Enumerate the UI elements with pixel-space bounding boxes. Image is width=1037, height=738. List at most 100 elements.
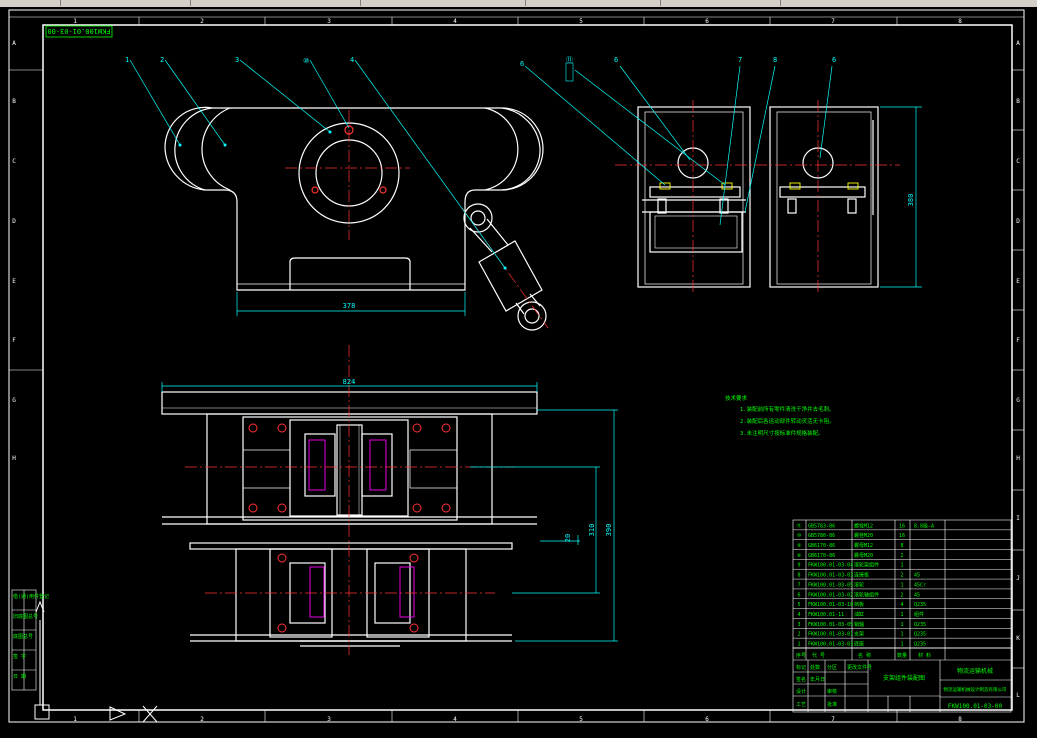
- bom-cell-mat: Q235: [914, 632, 926, 638]
- bom-cell-no: 3: [797, 622, 800, 628]
- bom-cell-name: 销轴: [854, 621, 864, 628]
- strip-label: 签 字: [13, 653, 26, 660]
- front-view: [164, 106, 544, 291]
- bom-cell-mat: Q235: [914, 622, 926, 628]
- col-number: 4: [453, 18, 457, 25]
- bom-cell-code: FKW100.01-03-01: [808, 632, 853, 638]
- bom-cell-qty: 2: [900, 592, 903, 598]
- side-view: [637, 106, 879, 288]
- bom-rows: ⑪ GB5783-86 螺栓M12 16 8.8级-A⑩ GB5780-86 螺栓M20 16…: [793, 522, 1011, 649]
- bom-cell-qty: 1: [900, 622, 903, 628]
- row-letter: A: [12, 40, 16, 47]
- bom-cell-no: 8: [797, 573, 800, 579]
- cad-drawing: 1 2 3 4 5 6 7 8 1 2 3 4 5 6 7 8 A B C D …: [8, 9, 1025, 723]
- balloon: 4: [350, 56, 354, 64]
- bom-cell-no: 5: [797, 602, 800, 608]
- side-height-dimension: [880, 106, 922, 288]
- dimension-plan-small: 20: [564, 534, 572, 542]
- bom-cell-no: ⑩: [797, 533, 802, 539]
- bom-table: [792, 519, 1012, 660]
- bom-cell-name: 支架: [854, 631, 864, 638]
- bom-header-qty: 数量: [897, 652, 907, 659]
- row-letter: C: [1016, 158, 1020, 165]
- side-leaders: [524, 65, 833, 226]
- bom-cell-code: GB5783-86: [808, 523, 835, 529]
- bom-header-code: 代 号: [812, 652, 825, 659]
- dimension-plan-width: 824: [343, 378, 356, 386]
- col-number: 6: [705, 18, 709, 25]
- row-letter: J: [1016, 575, 1020, 582]
- row-letter: I: [1016, 515, 1020, 522]
- bom-cell-qty: 1: [900, 612, 903, 618]
- bom-cell-no: ⑨: [797, 543, 802, 549]
- bom-header-mat: 材 料: [918, 652, 931, 659]
- col-number: 2: [200, 18, 204, 25]
- bom-cell-qty: 1: [900, 632, 903, 638]
- dimension-plan-height: 390: [605, 524, 613, 537]
- plan-dimensions: [161, 382, 618, 642]
- title-small-label: 年月日: [810, 676, 825, 683]
- sheet-border: [8, 9, 1025, 723]
- front-balloons: 1 2 3 ⑩ 4: [125, 56, 354, 65]
- bom-cell-code: FKW100.01-03-05: [808, 582, 853, 588]
- bom-cell-name: 滚轮: [854, 581, 864, 588]
- bom-cell-qty: 2: [900, 553, 903, 559]
- notes-heading: 技术要求: [725, 394, 748, 402]
- bom-cell-code: FKW100.01-03-05: [808, 622, 853, 628]
- strip-label: 借(通)用件登记: [13, 593, 49, 600]
- row-letter: K: [1016, 635, 1020, 642]
- strip-label: 旧底图总号: [13, 613, 38, 620]
- note-line: 3.未注明尺寸按标准件规格装配。: [740, 429, 824, 437]
- bom-cell-qty: 4: [900, 602, 903, 608]
- bom-cell-name: 连接板: [854, 572, 869, 579]
- plan-view: [161, 391, 538, 647]
- bom-cell-mat: Q235: [914, 602, 926, 608]
- title-small-label: 分区: [827, 664, 837, 671]
- col-number: 7: [831, 18, 835, 25]
- balloon: 7: [738, 56, 742, 64]
- title-small-label: 设计: [796, 688, 806, 695]
- title-block-name: 支架组件装配图: [883, 674, 925, 682]
- dimension-side-height: 380: [907, 194, 915, 207]
- col-number: 2: [200, 716, 204, 723]
- bom-cell-mat: 45Cr: [914, 582, 926, 588]
- bom-cell-no: 4: [797, 612, 800, 618]
- bom-cell-code: GB6170-86: [808, 553, 835, 559]
- col-number: 4: [453, 716, 457, 723]
- drawing-canvas[interactable]: 1 2 3 4 5 6 7 8 1 2 3 4 5 6 7 8 A B C D …: [0, 7, 1037, 734]
- row-letter: H: [1016, 455, 1020, 462]
- bom-cell-no: ⑪: [796, 522, 801, 529]
- bom-cell-code: FKW100.01-11: [808, 612, 844, 618]
- row-letter: G: [1016, 397, 1020, 404]
- row-letter: D: [1016, 218, 1020, 225]
- balloon: 6: [832, 56, 836, 64]
- row-letter: L: [1016, 692, 1020, 699]
- bom-cell-no: 2: [797, 632, 800, 638]
- bom-cell-name: 螺栓M12: [854, 522, 873, 529]
- bom-cell-mat: Q235: [914, 642, 926, 648]
- bom-cell-name: 挡板: [854, 601, 864, 608]
- title-small-label: 标记: [796, 664, 806, 671]
- bom-cell-name: 油缸: [854, 611, 864, 618]
- balloon: ⑩: [303, 57, 309, 65]
- bom-cell-mat: 45: [914, 573, 920, 579]
- bom-cell-qty: 1: [900, 563, 903, 569]
- row-letter: E: [1016, 278, 1020, 285]
- bom-header-name: 名 称: [858, 652, 871, 659]
- bom-cell-code: FKW100.01-03-02: [808, 592, 853, 598]
- drawing-number: FKW100.01-03-00: [948, 703, 1003, 710]
- bom-cell-no: 7: [797, 582, 800, 588]
- bom-cell-no: 1: [797, 642, 800, 648]
- drawing-number-tag: FKW100.01-03-00: [45, 25, 113, 38]
- bom-header-no: 序号: [796, 652, 806, 659]
- balloon: 6: [614, 56, 618, 64]
- col-number: 8: [958, 18, 962, 25]
- bom-cell-code: FKW100.01-03-03: [808, 642, 853, 648]
- title-small-label: 批准: [827, 701, 837, 708]
- title-small-label: 工艺: [796, 702, 806, 708]
- side-balloons: 6 ⑪ 6 7 8 6: [520, 56, 836, 68]
- company-name: 物流运输机械: [957, 667, 993, 675]
- strip-label: 日 期: [13, 674, 26, 680]
- application-toolbar-strip: [0, 0, 1037, 7]
- row-letter: E: [12, 278, 16, 285]
